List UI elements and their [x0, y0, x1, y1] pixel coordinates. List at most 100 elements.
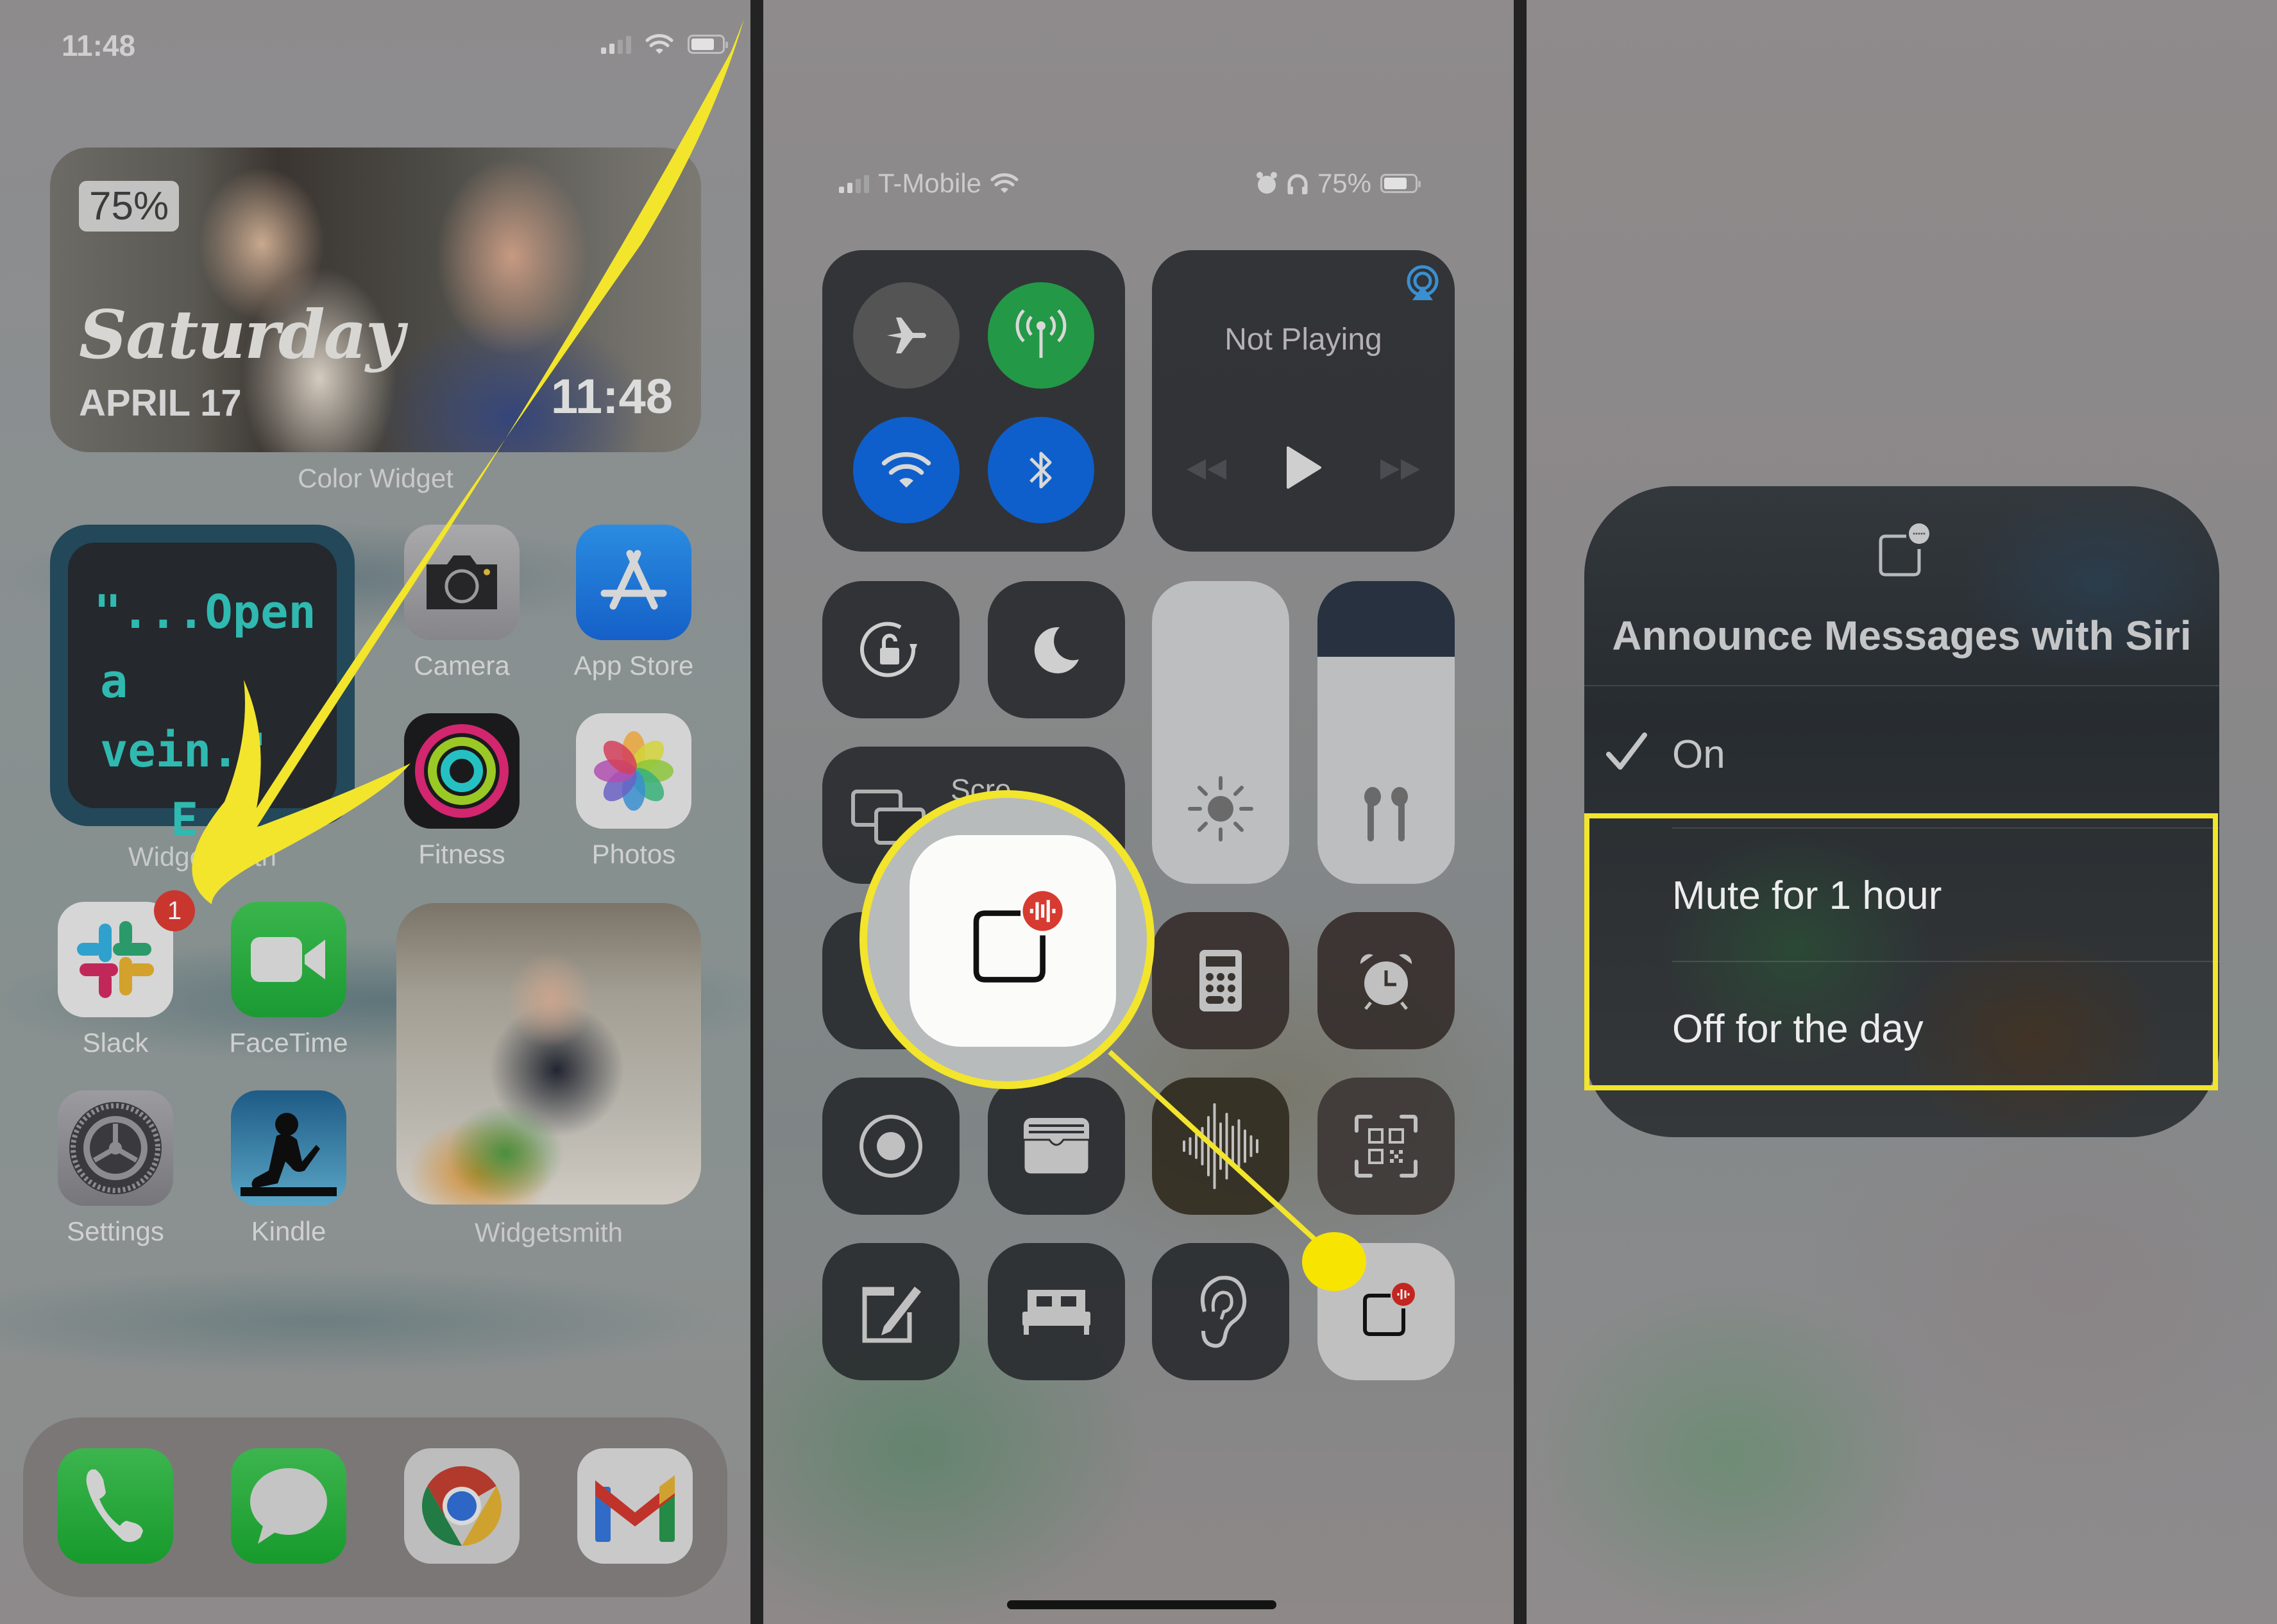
note-pencil-icon — [862, 1287, 921, 1343]
volume-slider[interactable] — [1317, 581, 1455, 884]
record-icon — [859, 1115, 922, 1178]
widget-day: Saturday — [79, 295, 404, 374]
settings-gear-icon — [58, 1090, 173, 1206]
widget-time: 11:48 — [550, 369, 673, 424]
dock-messages[interactable] — [231, 1448, 346, 1564]
app-facetime[interactable]: FaceTime — [229, 902, 348, 1058]
announce-menu-panel: Announce Messages with Siri On Mute for … — [1527, 0, 2277, 1624]
dock-gmail[interactable] — [577, 1448, 693, 1564]
widgetsmith-photo-widget[interactable] — [396, 903, 701, 1205]
alarm-clock-icon — [1360, 954, 1412, 1010]
notes-button[interactable] — [822, 1243, 960, 1380]
dock-chrome[interactable] — [404, 1448, 520, 1564]
dock-phone[interactable] — [58, 1448, 173, 1564]
cellular-signal-icon — [839, 174, 869, 193]
gmail-icon — [577, 1448, 693, 1564]
orientation-lock-button[interactable] — [822, 581, 960, 718]
announce-messages-icon — [1363, 1283, 1415, 1336]
magnified-announce-messages — [859, 790, 1155, 1089]
option-label: On — [1672, 732, 1725, 777]
wallet-icon — [1022, 1118, 1090, 1176]
voice-memos-button[interactable] — [1152, 1078, 1289, 1215]
color-widget-photo[interactable]: 75% Saturday APRIL 17 11:48 — [50, 148, 701, 452]
widgetsmith-label: Widgetsmith — [128, 842, 277, 872]
divider — [1672, 961, 2219, 962]
home-indicator[interactable] — [1007, 1600, 1276, 1609]
cc-status-bar: T-Mobile 75% — [839, 168, 1421, 199]
airplay-audio-icon[interactable] — [1403, 264, 1442, 303]
calculator-button[interactable] — [1152, 912, 1289, 1049]
airplane-icon — [887, 317, 926, 353]
app-label: Photos — [591, 839, 676, 869]
fitness-rings-icon — [404, 713, 520, 829]
announce-messages-icon — [1879, 523, 1929, 577]
code-scanner-button[interactable] — [1317, 1078, 1455, 1215]
app-kindle[interactable]: Kindle — [231, 1090, 346, 1247]
divider — [1672, 827, 2219, 829]
menu-title: Announce Messages with Siri — [1612, 613, 2192, 659]
checkmark-icon — [1606, 732, 1647, 770]
wifi-icon — [645, 34, 673, 54]
carrier-name: T-Mobile — [878, 168, 982, 198]
slack-icon: 1 — [58, 890, 195, 1017]
app-label: Slack — [82, 1028, 149, 1058]
widget-date: APRIL 17 — [79, 382, 242, 424]
screen-recording-button[interactable] — [822, 1078, 960, 1215]
menu-option-off-for-day[interactable]: Off for the day — [1584, 965, 2219, 1093]
home-screen-panel: 11:48 75% Saturday APRIL 17 11:48 Color … — [0, 0, 750, 1624]
menu-option-mute-1-hour[interactable]: Mute for 1 hour — [1584, 831, 2219, 960]
widgetsmith-quote-widget[interactable]: "...Open a vein." E.H. — [50, 525, 355, 847]
now-playing-module[interactable]: Not Playing — [1152, 250, 1455, 552]
status-icons — [601, 33, 728, 55]
app-label: FaceTime — [229, 1028, 348, 1058]
battery-icon — [688, 35, 728, 54]
bluetooth-toggle[interactable] — [988, 417, 1094, 523]
app-label: Fitness — [418, 839, 505, 869]
do-not-disturb-button[interactable] — [988, 581, 1125, 718]
app-slack[interactable]: 1 Slack — [58, 890, 195, 1058]
announce-messages-button[interactable] — [1317, 1243, 1455, 1380]
brightness-sun-icon — [1188, 776, 1253, 842]
connectivity-module — [822, 250, 1125, 552]
volume-fill — [1317, 657, 1455, 884]
app-label: Camera — [414, 650, 510, 681]
app-fitness[interactable]: Fitness — [404, 713, 520, 870]
app-label: Settings — [67, 1216, 164, 1246]
brightness-slider[interactable] — [1152, 581, 1289, 884]
calculator-icon — [1199, 950, 1242, 1011]
rewind-icon[interactable] — [1184, 457, 1229, 482]
app-settings[interactable]: Settings — [58, 1090, 173, 1247]
app-photos[interactable]: Photos — [576, 713, 691, 870]
option-label: Off for the day — [1672, 1006, 1924, 1051]
airplane-mode-toggle[interactable] — [853, 282, 960, 389]
app-camera[interactable]: Camera — [404, 525, 520, 681]
dock — [23, 1417, 727, 1597]
waveform-icon — [1183, 1103, 1258, 1189]
status-time: 11:48 — [62, 29, 136, 62]
announce-messages-menu: Announce Messages with Siri On Mute for … — [1584, 486, 2219, 1137]
cellular-data-toggle[interactable] — [988, 282, 1094, 389]
phone-icon — [58, 1448, 173, 1564]
sleep-button[interactable] — [988, 1243, 1125, 1380]
battery-percent: 75% — [1317, 168, 1371, 198]
app-app-store[interactable]: App Store — [574, 525, 693, 681]
kindle-reader-icon — [231, 1090, 346, 1206]
messages-icon — [231, 1448, 346, 1564]
wallet-button[interactable] — [988, 1078, 1125, 1215]
photos-flower-icon — [576, 713, 691, 829]
fast-forward-icon[interactable] — [1378, 457, 1423, 482]
now-playing-title: Not Playing — [1224, 323, 1382, 357]
qr-code-icon — [1355, 1115, 1418, 1178]
play-icon[interactable] — [1284, 445, 1323, 490]
battery-icon — [1380, 174, 1421, 193]
announce-messages-icon — [973, 891, 1063, 983]
menu-option-on[interactable]: On — [1584, 690, 2219, 818]
app-label: App Store — [573, 650, 694, 681]
widget-battery-level: 75% — [79, 181, 180, 232]
tutorial-composite: 11:48 75% Saturday APRIL 17 11:48 Color … — [0, 0, 2277, 1624]
control-center-panel: T-Mobile 75% Not Playing Scre — [763, 0, 1514, 1624]
bed-icon — [1022, 1290, 1090, 1335]
wifi-toggle[interactable] — [853, 417, 960, 523]
hearing-button[interactable] — [1152, 1243, 1289, 1380]
alarm-button[interactable] — [1317, 912, 1455, 1049]
